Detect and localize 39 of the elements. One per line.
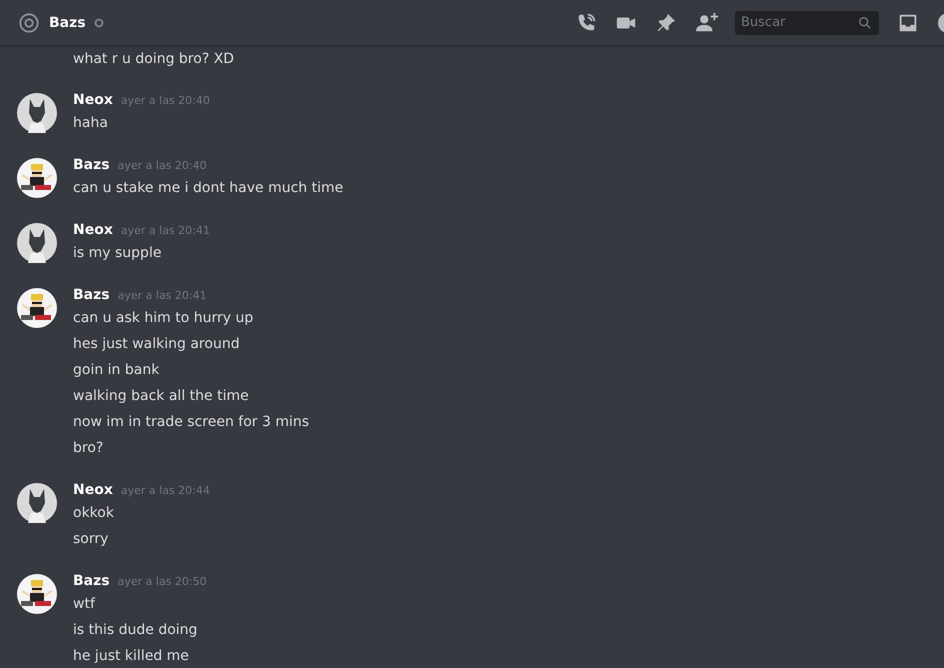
avatar-icon <box>17 158 57 198</box>
add-user-icon[interactable] <box>695 12 719 34</box>
channel-title: Bazs <box>49 14 86 30</box>
avatar-icon <box>17 223 57 263</box>
message-text: now im in trade screen for 3 mins <box>73 413 310 432</box>
avatar-icon <box>17 483 57 523</box>
message-text: he just killed me <box>73 647 190 666</box>
timestamp: ayer a las 20:40 <box>120 94 210 107</box>
message-text: sorry <box>73 530 110 549</box>
message-text: haha <box>73 114 109 133</box>
author-name[interactable]: Bazs <box>73 157 110 173</box>
avatar-icon <box>17 93 57 133</box>
message-text: wtf <box>73 595 96 614</box>
timestamp: ayer a las 20:40 <box>118 159 207 172</box>
status-icon <box>94 18 104 28</box>
author-name[interactable]: Bazs <box>73 287 110 303</box>
message-text: walking back all the time <box>73 387 250 406</box>
message-text: goin in bank <box>73 361 160 380</box>
avatar-icon <box>17 574 57 614</box>
message-text: is my supple <box>73 244 162 263</box>
message-text: is this dude doing <box>73 621 198 640</box>
search-field[interactable]: Buscar <box>735 10 879 34</box>
message-text: okkok <box>73 504 115 523</box>
author-name[interactable]: Neox <box>73 222 113 238</box>
author-name[interactable]: Bazs <box>73 573 110 589</box>
timestamp: ayer a las 20:41 <box>118 289 207 302</box>
search-icon <box>858 16 872 30</box>
message-text: hes just walking around <box>73 335 241 354</box>
author-name[interactable]: Neox <box>73 482 113 498</box>
timestamp: ayer a las 20:50 <box>118 575 207 588</box>
pin-icon[interactable] <box>655 12 677 34</box>
message-text: can u ask him to hurry up <box>73 309 254 328</box>
avatar-icon <box>17 288 57 328</box>
message-text: bro? <box>73 439 104 458</box>
timestamp: ayer a las 20:44 <box>120 484 210 497</box>
message-text: can u stake me i dont have much time <box>73 179 344 198</box>
message-text: what r u doing bro? XD <box>72 50 236 69</box>
author-name[interactable]: Neox <box>73 92 113 108</box>
timestamp: ayer a las 20:41 <box>120 224 210 237</box>
